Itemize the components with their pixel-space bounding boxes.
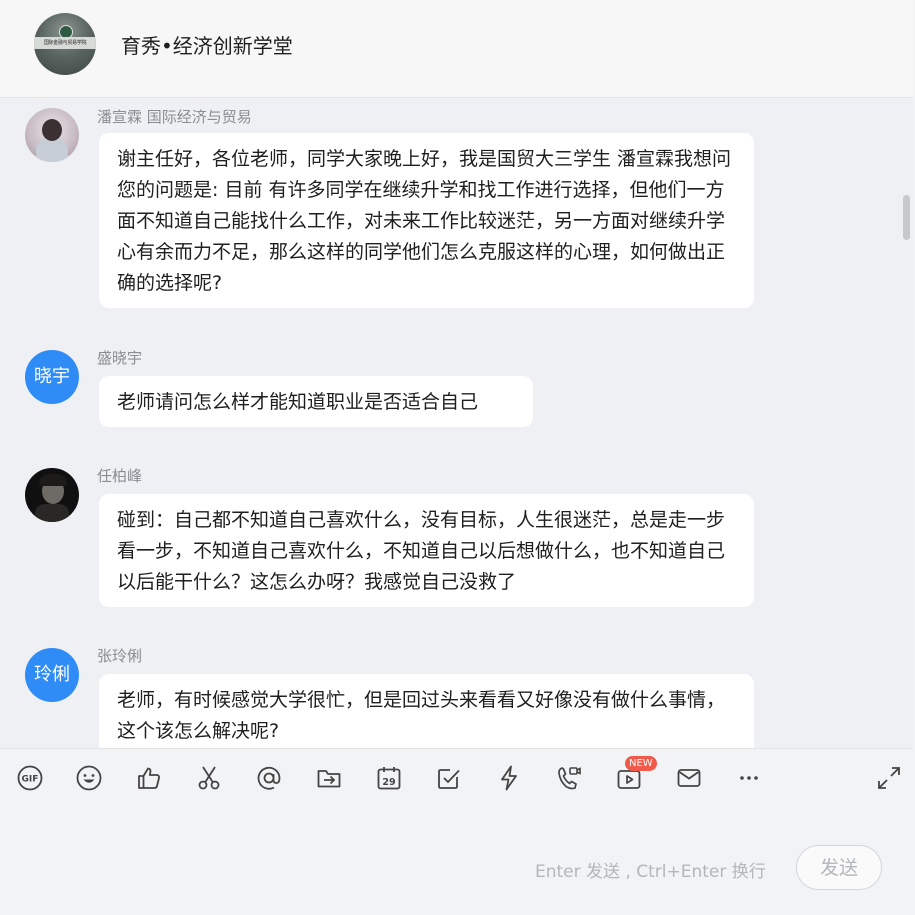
scissors-icon[interactable]: [194, 763, 224, 793]
checkin-icon[interactable]: [434, 763, 464, 793]
gif-icon[interactable]: GIF: [15, 763, 45, 793]
message-bubble[interactable]: 碰到：自己都不知道自己喜欢什么，没有目标，人生很迷茫，总是走一步看一步，不知道自…: [99, 494, 754, 607]
avatar[interactable]: 玲俐: [25, 648, 79, 702]
mail-icon[interactable]: [674, 763, 704, 793]
video-call-icon[interactable]: [554, 763, 584, 793]
sender-name: 张玲俐: [97, 647, 143, 665]
more-icon[interactable]: [734, 763, 764, 793]
scrollbar-thumb[interactable]: [903, 195, 910, 240]
lightning-icon[interactable]: [494, 763, 524, 793]
message-bubble[interactable]: 老师，有时候感觉大学很忙，但是回过头来看看又好像没有做什么事情，这个该怎么解决呢…: [99, 674, 754, 748]
message-bubble[interactable]: 老师请问怎么样才能知道职业是否适合自己: [99, 376, 533, 427]
new-badge: NEW: [625, 756, 657, 771]
send-button[interactable]: 发送: [796, 845, 882, 890]
sender-name: 潘宣霖 国际经济与贸易: [97, 108, 252, 126]
sender-name: 任柏峰: [97, 467, 143, 485]
forward-icon[interactable]: [314, 763, 344, 793]
group-title[interactable]: 育秀•经济创新学堂: [121, 30, 293, 59]
avatar[interactable]: [25, 468, 79, 522]
avatar[interactable]: 晓宇: [25, 350, 79, 404]
composer: GIF 29 NEW Enter 发送 , Ctrl+Enter 换行 发送: [0, 748, 913, 915]
at-icon[interactable]: [254, 763, 284, 793]
emoji-icon[interactable]: [74, 763, 104, 793]
avatar[interactable]: [25, 108, 79, 162]
group-avatar-text: 国际金融与贸易学院: [34, 37, 96, 49]
expand-icon[interactable]: [874, 763, 904, 793]
message-bubble[interactable]: 谢主任好，各位老师，同学大家晚上好，我是国贸大三学生 潘宣霖我想问您的问题是: …: [99, 133, 754, 308]
send-hint: Enter 发送 , Ctrl+Enter 换行: [535, 862, 766, 882]
svg-text:GIF: GIF: [22, 775, 39, 785]
calendar-icon[interactable]: 29: [374, 763, 404, 793]
svg-text:29: 29: [382, 777, 395, 788]
message-list[interactable]: 潘宣霖 国际经济与贸易 谢主任好，各位老师，同学大家晚上好，我是国贸大三学生 潘…: [0, 98, 913, 748]
thumbs-up-icon[interactable]: [134, 763, 164, 793]
sender-name: 盛晓宇: [97, 349, 143, 367]
chat-header: 国际金融与贸易学院 育秀•经济创新学堂: [0, 0, 913, 98]
group-avatar[interactable]: 国际金融与贸易学院: [34, 13, 96, 75]
